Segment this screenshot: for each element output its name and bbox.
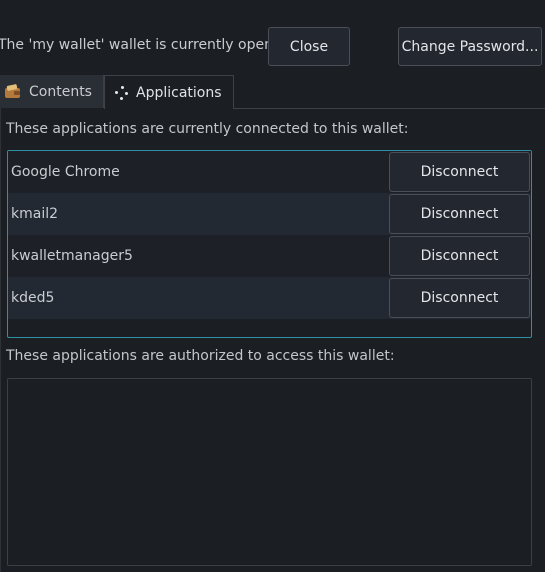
tab-divider xyxy=(234,108,545,109)
connected-apps-list[interactable]: Google Chrome Disconnect kmail2 Disconne… xyxy=(7,150,532,338)
app-name: kwalletmanager5 xyxy=(11,248,133,264)
disconnect-button[interactable]: Disconnect xyxy=(389,236,530,276)
app-name: kded5 xyxy=(11,290,55,306)
wallet-status-text: The 'my wallet' wallet is currently open xyxy=(0,37,273,53)
close-button[interactable]: Close xyxy=(268,27,350,66)
app-name: kmail2 xyxy=(11,206,59,222)
tab-applications-label: Applications xyxy=(136,84,222,101)
tab-contents[interactable]: Contents xyxy=(0,75,104,108)
panel-edge xyxy=(0,108,1,572)
disconnect-button[interactable]: Disconnect xyxy=(389,152,530,192)
connected-apps-label: These applications are currently connect… xyxy=(6,121,409,137)
app-name: Google Chrome xyxy=(11,164,120,180)
list-item[interactable]: kwalletmanager5 Disconnect xyxy=(8,235,531,277)
tab-contents-label: Contents xyxy=(29,83,92,100)
applications-icon xyxy=(115,85,129,100)
disconnect-button[interactable]: Disconnect xyxy=(389,194,530,234)
wallet-icon xyxy=(4,83,22,99)
authorized-apps-label: These applications are authorized to acc… xyxy=(6,348,395,364)
tab-bar: Contents Applications xyxy=(0,75,545,109)
list-item[interactable]: kded5 Disconnect xyxy=(8,277,531,319)
change-password-button[interactable]: Change Password... xyxy=(398,27,542,66)
list-item[interactable]: kmail2 Disconnect xyxy=(8,193,531,235)
authorized-apps-list[interactable] xyxy=(7,378,532,566)
disconnect-button[interactable]: Disconnect xyxy=(389,278,530,318)
tab-applications[interactable]: Applications xyxy=(104,75,234,109)
list-item[interactable]: Google Chrome Disconnect xyxy=(8,151,531,193)
wallet-window: The 'my wallet' wallet is currently open… xyxy=(0,0,545,572)
